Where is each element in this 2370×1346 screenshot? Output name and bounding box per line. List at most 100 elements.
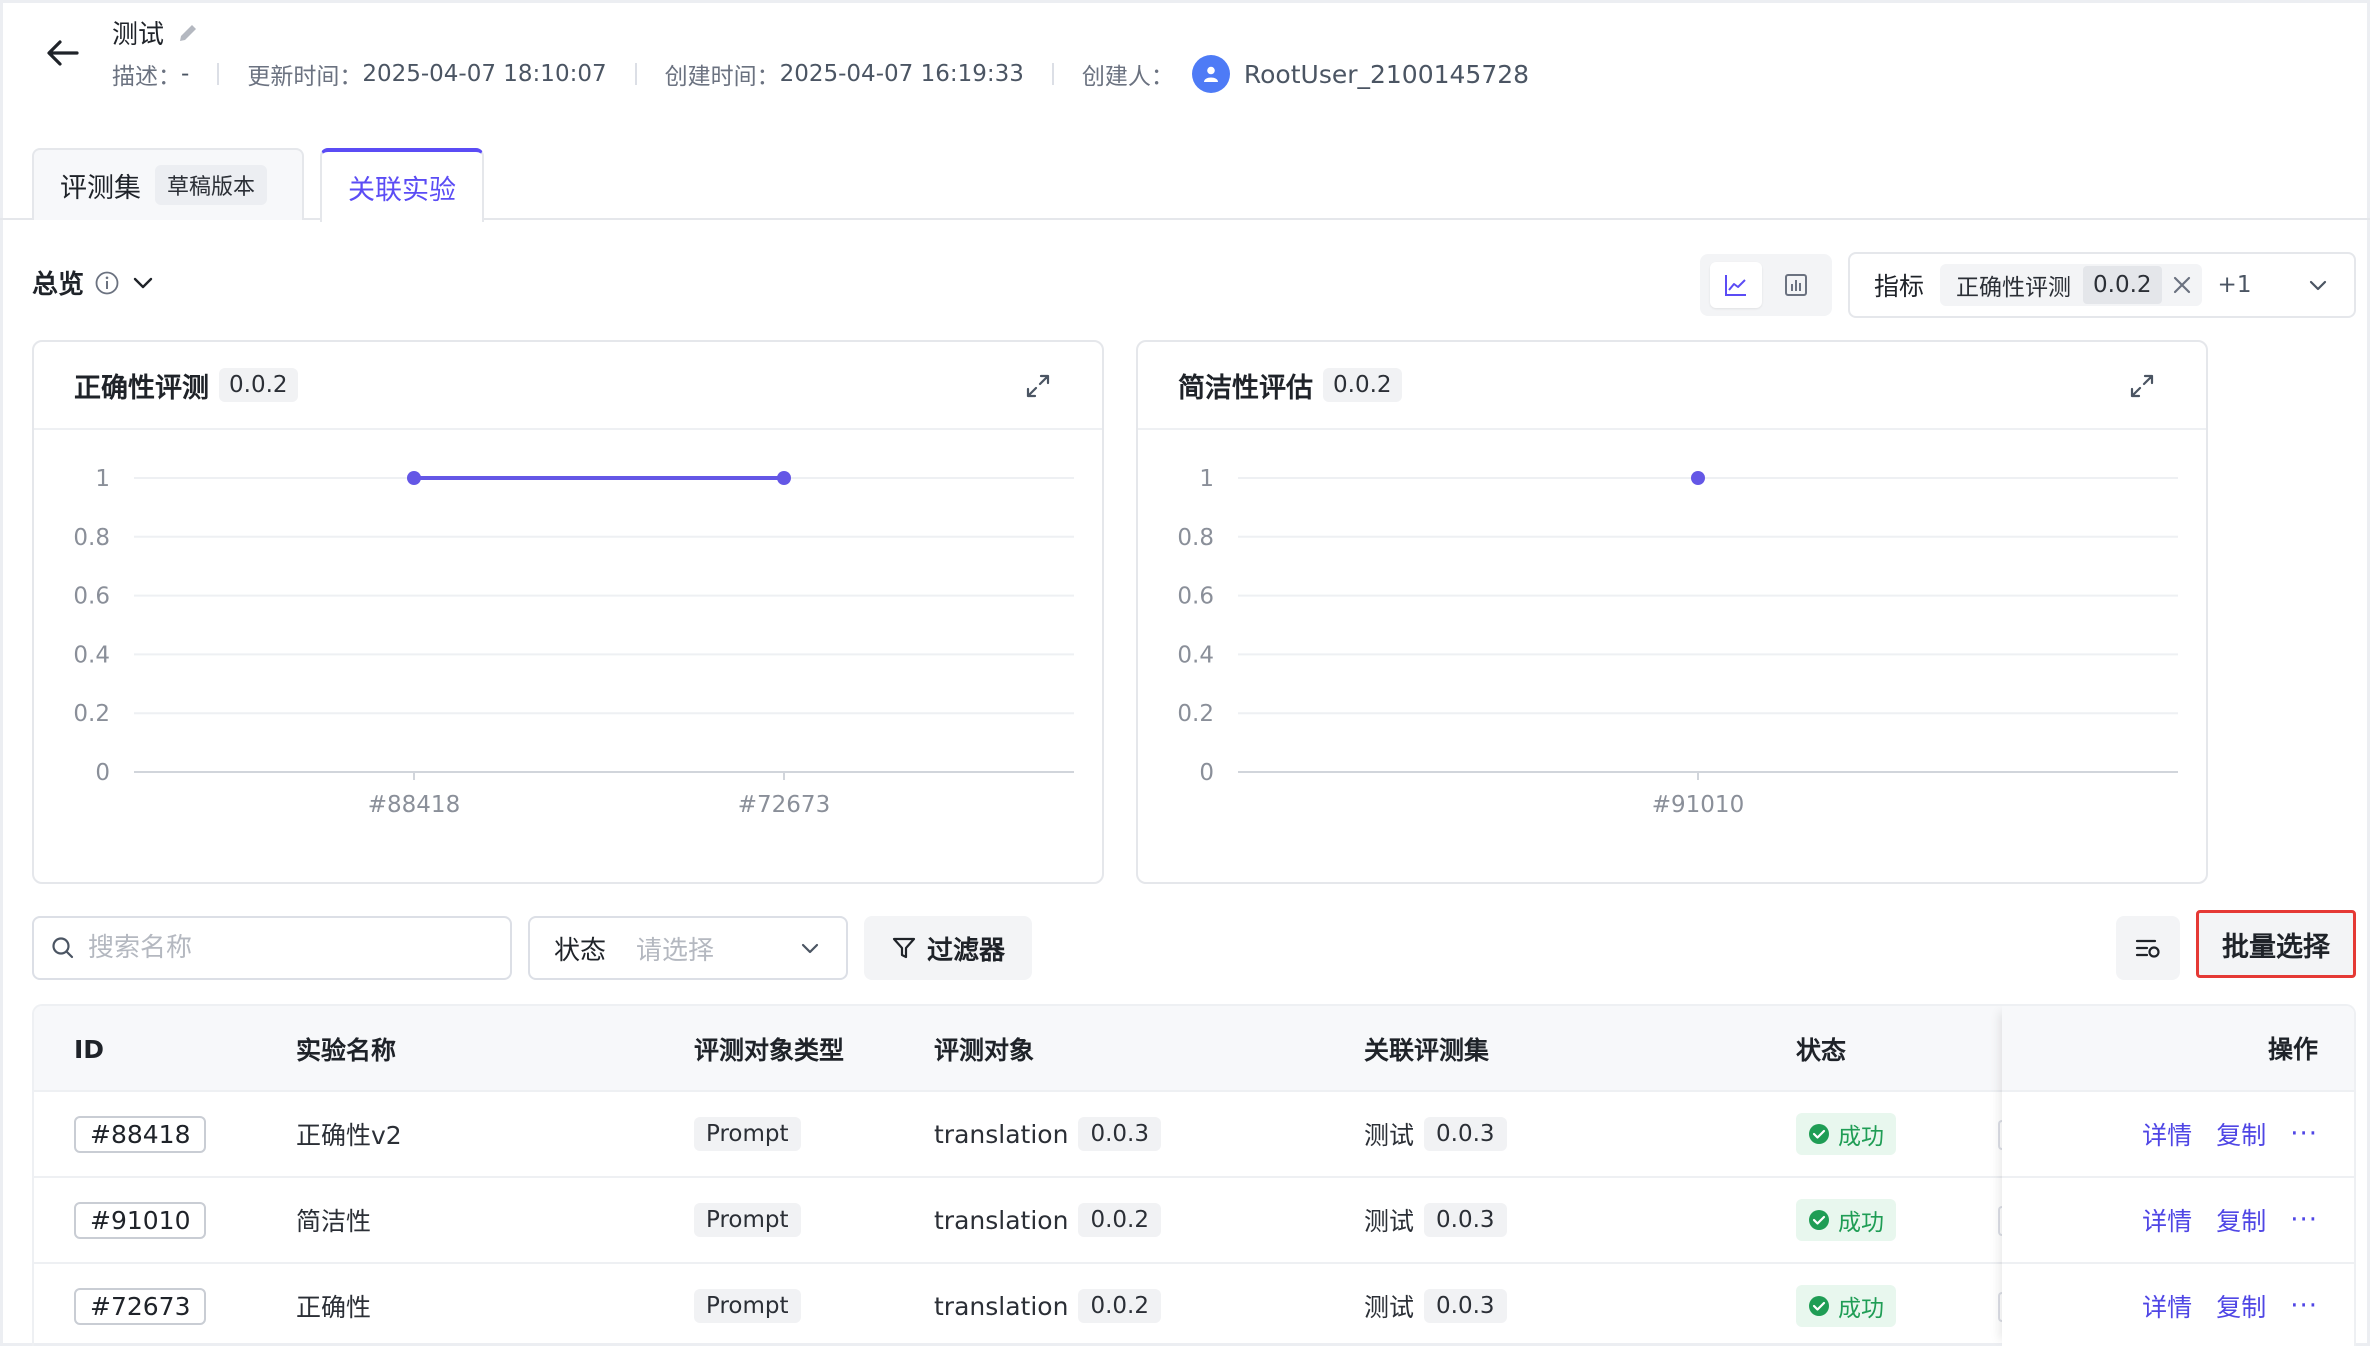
batch-select-label: 批量选择 <box>2222 931 2330 963</box>
desc-value: - <box>181 61 190 87</box>
copy-link[interactable]: 复制 <box>2216 1116 2266 1152</box>
search-box <box>32 916 512 980</box>
data-point <box>777 471 791 485</box>
chart-title: 简洁性评估 <box>1178 372 1313 404</box>
metric-chip-version: 0.0.2 <box>2083 266 2162 304</box>
column-header-target[interactable]: 评测对象 <box>934 1006 1034 1092</box>
tab-related-experiments-label: 关联实验 <box>348 174 456 206</box>
experiment-id-tag[interactable]: #88418 <box>74 1115 207 1153</box>
back-button[interactable] <box>40 30 86 76</box>
target-version-tag: 0.0.2 <box>1078 1203 1161 1237</box>
dataset-name: 测试 <box>1364 1121 1415 1150</box>
overview-label: 总览 <box>32 270 85 300</box>
y-tick-label: 0.8 <box>1177 525 1214 551</box>
tab-related-experiments[interactable]: 关联实验 <box>320 148 484 222</box>
batch-select-button[interactable]: 批量选择 <box>2196 910 2356 978</box>
experiment-id-tag[interactable]: #91010 <box>74 1201 207 1239</box>
experiment-name: 正确性 <box>296 1293 372 1322</box>
divider <box>634 63 637 85</box>
status-text: 成功 <box>1838 1124 1884 1150</box>
dataset-name: 测试 <box>1364 1207 1415 1236</box>
divider <box>217 63 220 85</box>
filter-button-label: 过滤器 <box>926 935 1005 966</box>
column-header-status[interactable]: 状态 <box>1796 1006 1846 1092</box>
draft-version-tag: 草稿版本 <box>155 165 268 205</box>
y-tick-label: 1 <box>1199 466 1214 492</box>
tab-dataset-label: 评测集 <box>60 172 141 204</box>
expand-icon[interactable] <box>1022 370 1054 402</box>
more-metrics-count: +1 <box>2217 272 2252 298</box>
filter-button[interactable]: 过滤器 <box>864 916 1032 980</box>
target-version-tag: 0.0.3 <box>1078 1117 1161 1151</box>
chart-card-conciseness: 简洁性评估 0.0.2 0 0.2 0.4 0.6 0.8 1 #91010 <box>1136 340 2208 884</box>
search-input[interactable] <box>88 933 488 963</box>
y-tick-label: 0.4 <box>1177 642 1214 668</box>
column-header-ops-label: 操作 <box>2267 1035 2318 1064</box>
dataset-version-tag: 0.0.3 <box>1424 1203 1507 1237</box>
y-tick-label: 0.8 <box>73 525 110 551</box>
line-chart: 0 0.2 0.4 0.6 0.8 1 #91010 <box>1177 466 2178 818</box>
more-actions-button[interactable]: ··· <box>2290 1205 2318 1235</box>
metric-chip-name: 正确性评测 <box>1956 275 2072 301</box>
status-select-placeholder: 请选择 <box>636 935 715 966</box>
status-badge: 成功 <box>1796 1199 1896 1241</box>
target-name: translation <box>934 1291 1069 1321</box>
remove-metric-button[interactable] <box>2162 275 2202 295</box>
created-label: 创建时间： <box>664 64 780 90</box>
experiment-id-tag[interactable]: #72673 <box>74 1287 207 1325</box>
bar-chart-view-button[interactable] <box>1770 262 1822 308</box>
detail-link[interactable]: 详情 <box>2142 1116 2192 1152</box>
column-settings-button[interactable] <box>2116 916 2180 980</box>
creator-value: RootUser_2100145728 <box>1243 59 1530 89</box>
chart-version-tag: 0.0.2 <box>1323 368 1402 402</box>
y-tick-label: 0.6 <box>73 584 110 610</box>
creator-label: 创建人： <box>1081 64 1174 90</box>
column-header-name[interactable]: 实验名称 <box>296 1006 396 1092</box>
copy-link[interactable]: 复制 <box>2216 1202 2266 1238</box>
line-chart-view-button[interactable] <box>1710 262 1762 308</box>
y-tick-label: 0 <box>1199 760 1214 786</box>
divider <box>1051 63 1054 85</box>
metric-dropdown-toggle[interactable] <box>2306 273 2330 297</box>
column-header-target-type[interactable]: 评测对象类型 <box>694 1006 844 1092</box>
y-tick-label: 0.6 <box>1177 584 1214 610</box>
x-tick-label: #88418 <box>368 792 460 818</box>
metric-chip: 正确性评测 0.0.2 <box>1940 264 2202 306</box>
chart-card-correctness: 正确性评测 0.0.2 0 0.2 0.4 0.6 0.8 1 #88418 #72673 <box>32 340 1104 884</box>
check-circle-icon <box>1809 1296 1829 1316</box>
filter-icon <box>892 937 916 959</box>
tab-dataset[interactable]: 评测集 草稿版本 <box>32 148 304 220</box>
detail-link[interactable]: 详情 <box>2142 1288 2192 1324</box>
overview-toggle[interactable]: 总览 <box>32 264 156 301</box>
y-tick-label: 0 <box>95 760 110 786</box>
more-actions-button[interactable]: ··· <box>2290 1119 2318 1149</box>
dataset-name: 测试 <box>1364 1293 1415 1322</box>
y-tick-label: 0.2 <box>73 701 110 727</box>
target-type-tag: Prompt <box>694 1117 801 1151</box>
bar-chart-icon <box>1785 274 1807 296</box>
close-icon <box>2173 276 2190 294</box>
dataset-version-tag: 0.0.3 <box>1424 1117 1507 1151</box>
operations-column: 操作 详情 复制 ··· 详情 复制 ··· 详情 复制 ··· <box>2002 1006 2354 1346</box>
target-name: translation <box>934 1119 1069 1149</box>
check-circle-icon <box>1809 1210 1829 1230</box>
chevron-down-icon <box>2309 280 2327 291</box>
expand-icon[interactable] <box>2126 370 2158 402</box>
data-point <box>407 471 421 485</box>
line-chart-icon <box>1725 275 1746 296</box>
more-actions-button[interactable]: ··· <box>2290 1291 2318 1321</box>
column-header-dataset[interactable]: 关联评测集 <box>1364 1006 1489 1092</box>
check-circle-icon <box>1809 1124 1829 1144</box>
column-header-id[interactable]: ID <box>74 1006 104 1092</box>
detail-link[interactable]: 详情 <box>2142 1202 2192 1238</box>
edit-pencil-icon[interactable] <box>176 21 200 45</box>
back-arrow-icon <box>47 40 79 66</box>
status-select[interactable]: 状态 请选择 <box>528 916 848 980</box>
search-icon <box>52 937 74 959</box>
page-title: 测试 <box>112 14 200 51</box>
y-tick-label: 0.2 <box>1177 701 1214 727</box>
meta-info: 描述： - 更新时间： 2025-04-07 18:10:07 创建时间： 20… <box>112 55 1530 93</box>
info-icon <box>95 271 119 294</box>
metric-select[interactable]: 指标 正确性评测 0.0.2 +1 <box>1848 252 2356 318</box>
copy-link[interactable]: 复制 <box>2216 1288 2266 1324</box>
